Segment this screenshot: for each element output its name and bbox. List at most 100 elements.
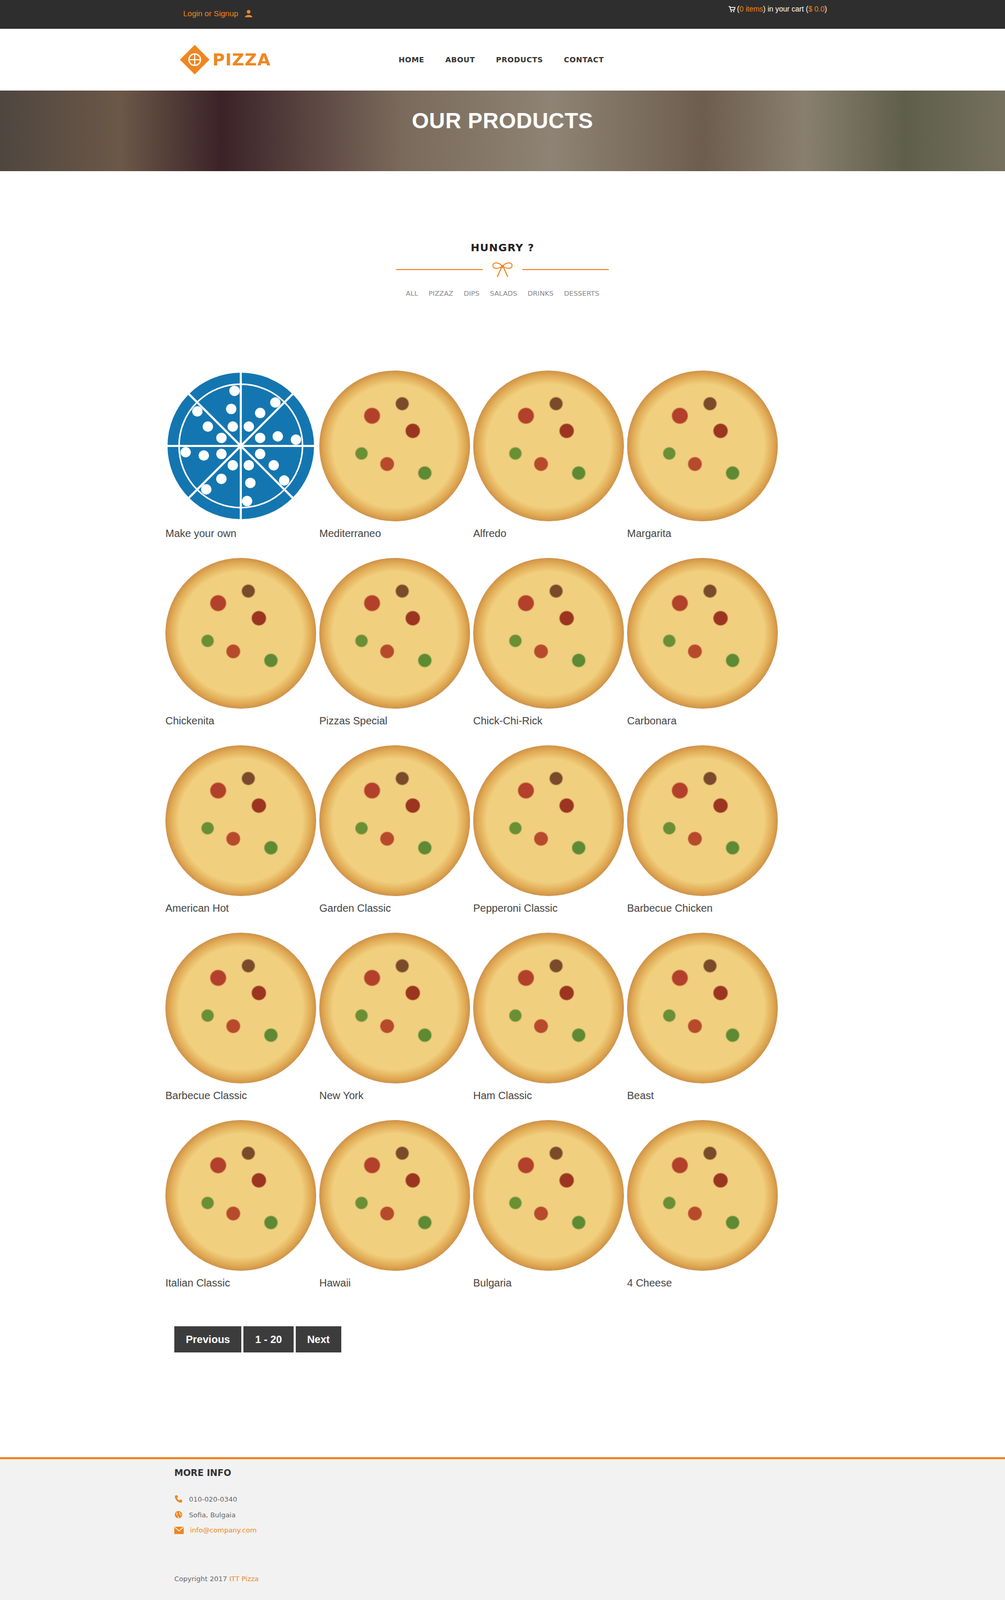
pizza-photo[interactable] <box>473 745 624 897</box>
pagination-button[interactable]: Next <box>295 1326 342 1353</box>
product-card[interactable]: Beast <box>627 932 778 1103</box>
product-name[interactable]: Chick-Chi-Rick <box>473 715 624 728</box>
pizza-photo[interactable] <box>627 557 778 709</box>
product-card[interactable]: Italian Classic <box>165 1120 317 1290</box>
page: Login or Signup (0 items) in your cart ($… <box>0 0 1005 1600</box>
cart-icon <box>728 5 736 13</box>
filter-item[interactable]: DRINKS <box>527 289 554 298</box>
product-card[interactable]: Pepperoni Classic <box>473 745 624 915</box>
bow-icon <box>489 261 516 278</box>
product-card[interactable]: 4 Cheese <box>627 1120 778 1290</box>
product-card[interactable]: Barbecue Classic <box>165 932 317 1103</box>
product-grid: Make your ownMediterraneoAlfredoMargarit… <box>165 370 778 1290</box>
globe-icon <box>174 1510 183 1520</box>
nav-item[interactable]: PRODUCTS <box>495 55 543 64</box>
filter-item[interactable]: ALL <box>405 289 418 298</box>
pizza-photo[interactable] <box>627 1120 778 1271</box>
login-text[interactable]: Login or Signup <box>183 8 239 18</box>
banner-title: OUR PRODUCTS <box>411 108 594 134</box>
product-name[interactable]: Pizzas Special <box>319 715 471 728</box>
banner: OUR PRODUCTS <box>0 90 1005 172</box>
product-card[interactable]: Make your own <box>165 370 317 541</box>
product-card[interactable]: Hawaii <box>319 1120 471 1290</box>
email-link[interactable]: info@company.com <box>190 1526 257 1535</box>
product-name[interactable]: Carbonara <box>627 715 778 728</box>
product-name[interactable]: Mediterraneo <box>319 527 471 541</box>
pizza-photo[interactable] <box>627 745 778 897</box>
product-name[interactable]: Margarita <box>627 527 778 541</box>
pizza-photo[interactable] <box>165 745 317 897</box>
product-name[interactable]: New York <box>319 1089 471 1103</box>
product-card[interactable]: Alfredo <box>473 370 624 541</box>
section-heading: HUNGRY ?ALLPIZZAZDIPSSALADSDRINKSDESSERT… <box>0 171 1005 298</box>
pizza-photo[interactable] <box>319 745 471 897</box>
filter-item[interactable]: SALADS <box>489 289 518 298</box>
nav-item[interactable]: HOME <box>398 55 425 64</box>
product-name[interactable]: Pepperoni Classic <box>473 902 624 915</box>
product-name[interactable]: Italian Classic <box>165 1277 317 1290</box>
nav-item[interactable]: ABOUT <box>445 55 476 64</box>
product-card[interactable]: New York <box>319 932 471 1103</box>
pizza-photo[interactable] <box>473 932 624 1084</box>
product-card[interactable]: Ham Classic <box>473 932 624 1103</box>
envelope-icon <box>174 1526 184 1535</box>
product-card[interactable]: Chickenita <box>165 557 317 728</box>
product-name[interactable]: American Hot <box>165 902 317 915</box>
logo[interactable]: PIZZA <box>177 42 272 77</box>
pizza-logo-icon <box>177 42 212 77</box>
pizza-photo[interactable] <box>165 557 317 709</box>
pizza-icon[interactable] <box>165 370 317 522</box>
pizza-photo[interactable] <box>473 557 624 709</box>
product-name[interactable]: Garden Classic <box>319 902 471 915</box>
pizza-photo[interactable] <box>165 932 317 1084</box>
logo-text[interactable]: PIZZA <box>212 49 272 70</box>
pizza-photo[interactable] <box>473 370 624 522</box>
product-name[interactable]: Hawaii <box>319 1277 471 1290</box>
product-name[interactable]: Bulgaria <box>473 1277 624 1290</box>
pizza-photo[interactable] <box>319 370 471 522</box>
product-name[interactable]: Ham Classic <box>473 1089 624 1103</box>
product-card[interactable]: Barbecue Chicken <box>627 745 778 915</box>
phone-icon <box>174 1494 183 1504</box>
product-name[interactable]: Chickenita <box>165 715 317 728</box>
filter-item[interactable]: DESSERTS <box>563 289 599 298</box>
top-bar: Login or Signup (0 items) in your cart ($… <box>0 0 1005 29</box>
filter-item[interactable]: DIPS <box>463 289 480 298</box>
product-card[interactable]: Chick-Chi-Rick <box>473 557 624 728</box>
pizza-photo[interactable] <box>319 557 471 709</box>
pizza-photo[interactable] <box>473 1120 624 1271</box>
product-card[interactable]: Garden Classic <box>319 745 471 915</box>
cart-summary[interactable]: (0 items) in your cart ($ 0.0) <box>728 4 828 14</box>
product-card[interactable]: Mediterraneo <box>319 370 471 541</box>
product-name[interactable]: Barbecue Chicken <box>627 902 778 915</box>
brand-link[interactable]: ITT Pizza <box>229 1575 259 1583</box>
cart-total: $ 0.0 <box>808 4 825 14</box>
product-name[interactable]: Make your own <box>165 527 317 541</box>
pizza-photo[interactable] <box>165 1120 317 1271</box>
pagination-button[interactable]: Previous <box>174 1326 242 1353</box>
pizza-photo[interactable] <box>627 370 778 522</box>
pagination-button[interactable]: 1 - 20 <box>243 1326 294 1353</box>
filter-item[interactable]: PIZZAZ <box>428 289 454 298</box>
pizza-photo[interactable] <box>627 932 778 1084</box>
product-card[interactable]: Carbonara <box>627 557 778 728</box>
login-link[interactable]: Login or Signup <box>183 8 253 18</box>
product-name[interactable]: Beast <box>627 1089 778 1103</box>
product-card[interactable]: Bulgaria <box>473 1120 624 1290</box>
pizza-photo[interactable] <box>319 932 471 1084</box>
user-icon <box>244 9 253 18</box>
main-nav: HOME ABOUT PRODUCTS CONTACT <box>398 55 605 64</box>
product-card[interactable]: Margarita <box>627 370 778 541</box>
product-card[interactable]: American Hot <box>165 745 317 915</box>
product-name[interactable]: Barbecue Classic <box>165 1089 317 1103</box>
pagination: Previous1 - 20Next <box>174 1326 1005 1353</box>
pizza-photo[interactable] <box>319 1120 471 1271</box>
footer-title: MORE INFO <box>174 1467 1005 1479</box>
location-text: Sofia, Bulgaia <box>188 1511 236 1520</box>
phone-text: 010-020-0340 <box>188 1495 238 1504</box>
nav-item[interactable]: CONTACT <box>563 55 605 64</box>
product-name[interactable]: Alfredo <box>473 527 624 541</box>
phone-info: 010-020-0340 <box>174 1494 1005 1504</box>
product-name[interactable]: 4 Cheese <box>627 1277 778 1290</box>
product-card[interactable]: Pizzas Special <box>319 557 471 728</box>
